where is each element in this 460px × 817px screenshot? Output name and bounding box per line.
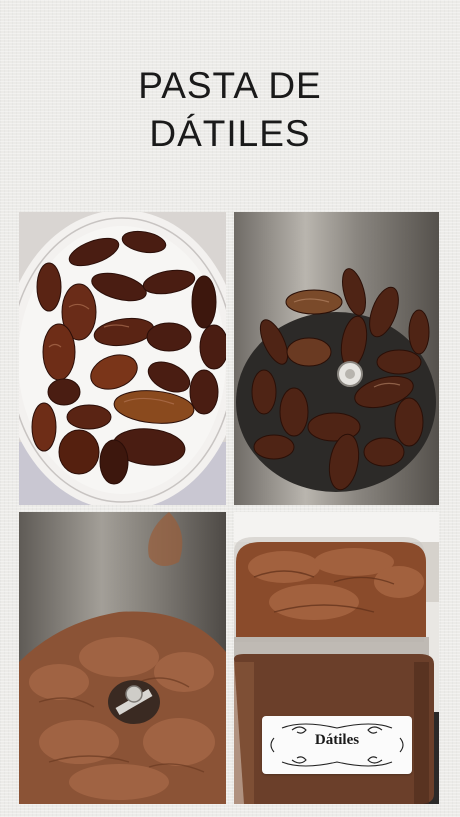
photo-dates-in-processor xyxy=(234,212,439,505)
jar-label-text: Dátiles xyxy=(314,732,360,748)
photo-dates-on-plate xyxy=(19,212,226,505)
photo-blended-paste xyxy=(19,512,226,804)
title-line-2: DÁTILES xyxy=(149,113,311,154)
title-line-1: PASTA DE xyxy=(138,65,322,106)
page-title: PASTA DE DÁTILES xyxy=(0,62,460,158)
jar-label: Dátiles xyxy=(262,716,412,774)
